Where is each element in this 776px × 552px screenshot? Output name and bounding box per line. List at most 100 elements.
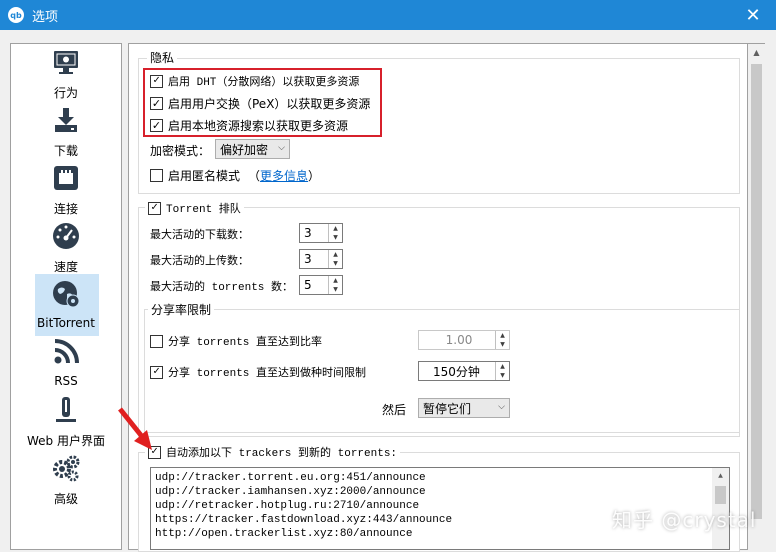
encryption-mode-select[interactable]: 偏好加密 ⌵ xyxy=(215,139,290,159)
spin-arrows[interactable]: ▲ ▼ xyxy=(495,362,509,380)
sidebar-item-label: Web 用户界面 xyxy=(27,434,105,448)
monitor-icon xyxy=(52,48,80,76)
ratio-limit-value: 1.00 xyxy=(445,333,473,347)
add-trackers-checkbox[interactable]: ✓ 自动添加以下 trackers 到新的 torrents: xyxy=(145,444,401,460)
spin-arrows[interactable]: ▲ ▼ xyxy=(328,224,342,242)
dht-checkbox[interactable]: ✓ 启用 DHT（分散网络）以获取更多资源 xyxy=(150,73,359,89)
sidebar-item-speed[interactable]: 速度 xyxy=(11,220,121,278)
more-info-paren-close: ） xyxy=(308,169,321,183)
then-label: 然后 xyxy=(382,403,407,417)
limit-action-select[interactable]: 暂停它们 ⌵ xyxy=(418,398,510,418)
encryption-mode-value: 偏好加密 xyxy=(220,142,269,157)
pex-label: 启用用户交换（PeX）以获取更多资源 xyxy=(168,97,371,111)
chevron-up-icon[interactable]: ▲ xyxy=(748,44,765,61)
main-scrollbar[interactable]: ▲ xyxy=(748,43,765,550)
ratio-limit-label: 分享 torrents 直至达到比率 xyxy=(168,337,323,349)
download-icon xyxy=(52,106,80,134)
sidebar-item-behavior[interactable]: 行为 xyxy=(11,46,121,104)
add-trackers-label: 自动添加以下 trackers 到新的 torrents: xyxy=(166,448,398,460)
spin-arrows[interactable]: ▲ ▼ xyxy=(495,331,509,349)
max-torrents-spinbox[interactable]: 5 ▲ ▼ xyxy=(299,275,343,295)
seeding-time-value: 150分钟 xyxy=(433,364,480,379)
tracker-line: udp://tracker.iamhansen.xyz:2000/announc… xyxy=(155,486,426,498)
dht-label: 启用 DHT（分散网络）以获取更多资源 xyxy=(168,77,360,89)
chevron-up-icon[interactable]: ▲ xyxy=(496,362,509,371)
chevron-down-icon[interactable]: ▼ xyxy=(496,371,509,380)
checkbox-indicator[interactable]: ✓ xyxy=(150,119,163,132)
sidebar-item-rss[interactable]: RSS xyxy=(11,336,121,394)
max-downloads-value: 3 xyxy=(304,226,312,240)
sidebar-item-label: 下载 xyxy=(53,144,78,158)
max-torrents-value: 5 xyxy=(304,278,312,292)
sidebar-item-label: 速度 xyxy=(53,260,78,274)
annotation-arrow-icon xyxy=(118,407,152,450)
chevron-up-icon[interactable]: ▲ xyxy=(329,250,342,259)
sidebar-item-bittorrent[interactable]: BitTorrent xyxy=(11,274,121,336)
qbittorrent-app-icon: qb xyxy=(8,7,24,23)
title-bar: qb 选项 ✕ xyxy=(0,0,776,30)
more-info-link[interactable]: 更多信息 xyxy=(260,167,308,184)
sidebar-item-web-ui[interactable]: Web 用户界面 xyxy=(11,394,121,452)
checkbox-indicator[interactable]: ✓ xyxy=(150,74,163,88)
checkbox-indicator[interactable] xyxy=(150,334,163,348)
checkbox-indicator[interactable]: ✓ xyxy=(150,365,163,379)
chevron-down-icon[interactable]: ▼ xyxy=(329,233,342,242)
gears-icon xyxy=(52,454,80,482)
window-title: 选项 xyxy=(32,9,59,25)
sidebar-item-label: 连接 xyxy=(53,202,78,216)
settings-category-sidebar: 行为 下载 连接 速度 BitTorrent RSS Web 用户界面 高级 xyxy=(10,43,122,550)
speedometer-icon xyxy=(52,222,80,250)
max-uploads-spinbox[interactable]: 3 ▲ ▼ xyxy=(299,249,343,269)
max-torrents-label: 最大活动的 torrents 数： xyxy=(150,282,294,294)
anonymous-mode-checkbox[interactable]: 启用匿名模式 （更多信息） xyxy=(150,167,320,184)
anonymous-label: 启用匿名模式 xyxy=(168,169,241,183)
sidebar-item-label: 行为 xyxy=(53,86,78,100)
tracker-line: udp://tracker.torrent.eu.org:451/announc… xyxy=(155,472,426,484)
spin-arrows[interactable]: ▲ ▼ xyxy=(328,276,342,294)
more-info-paren-open: （ xyxy=(248,169,261,183)
network-icon xyxy=(52,164,80,192)
spin-arrows[interactable]: ▲ ▼ xyxy=(328,250,342,268)
lsd-checkbox[interactable]: ✓ 启用本地资源搜索以获取更多资源 xyxy=(150,117,348,134)
scrollbar-thumb[interactable] xyxy=(751,64,762,519)
chevron-up-icon[interactable]: ▲ xyxy=(329,276,342,285)
checkbox-indicator[interactable]: ✓ xyxy=(150,97,163,110)
encryption-label: 加密模式： xyxy=(150,144,211,158)
sidebar-item-connection[interactable]: 连接 xyxy=(11,162,121,220)
chevron-up-icon[interactable]: ▲ xyxy=(329,224,342,233)
chevron-down-icon: ⌵ xyxy=(498,402,505,412)
ratio-limit-spinbox[interactable]: 1.00 ▲ ▼ xyxy=(418,330,510,350)
scrollbar-thumb[interactable] xyxy=(715,486,726,504)
seeding-time-label: 分享 torrents 直至达到做种时间限制 xyxy=(168,368,367,380)
tracker-line: https://tracker.fastdownload.xyz:443/ann… xyxy=(155,514,453,526)
sidebar-item-advanced[interactable]: 高级 xyxy=(11,452,121,510)
chevron-down-icon[interactable]: ▼ xyxy=(496,340,509,349)
chevron-up-icon[interactable]: ▲ xyxy=(496,331,509,340)
ratio-limit-checkbox[interactable]: 分享 torrents 直至达到比率 xyxy=(150,333,322,349)
sidebar-item-label: 高级 xyxy=(53,492,78,506)
lsd-label: 启用本地资源搜索以获取更多资源 xyxy=(168,119,349,133)
chevron-down-icon: ⌵ xyxy=(278,143,285,153)
seeding-limits-title: 分享率限制 xyxy=(148,301,215,318)
web-ui-icon xyxy=(52,396,80,424)
checkbox-indicator[interactable] xyxy=(150,169,163,182)
queueing-title: Torrent 排队 xyxy=(166,204,241,216)
watermark: 知乎 @crystal xyxy=(612,508,757,532)
chevron-down-icon[interactable]: ▼ xyxy=(329,259,342,268)
tracker-line: http://open.trackerlist.xyz:80/announce xyxy=(155,528,413,540)
seeding-time-spinbox[interactable]: 150分钟 ▲ ▼ xyxy=(418,361,510,381)
queueing-checkbox[interactable]: ✓ Torrent 排队 xyxy=(145,200,244,216)
max-uploads-label: 最大活动的上传数： xyxy=(150,256,249,268)
pex-checkbox[interactable]: ✓ 启用用户交换（PeX）以获取更多资源 xyxy=(150,95,370,112)
max-downloads-spinbox[interactable]: 3 ▲ ▼ xyxy=(299,223,343,243)
tracker-line: udp://retracker.hotplug.ru:2710/announce xyxy=(155,500,420,512)
chevron-up-icon[interactable]: ▲ xyxy=(712,468,729,485)
close-button[interactable]: ✕ xyxy=(730,0,776,30)
sidebar-item-label: BitTorrent xyxy=(37,316,95,330)
rss-icon xyxy=(52,338,80,366)
sidebar-item-downloads[interactable]: 下载 xyxy=(11,104,121,162)
checkbox-indicator[interactable]: ✓ xyxy=(148,201,161,215)
seeding-time-checkbox[interactable]: ✓ 分享 torrents 直至达到做种时间限制 xyxy=(150,364,366,380)
chevron-down-icon[interactable]: ▼ xyxy=(329,285,342,294)
max-uploads-value: 3 xyxy=(304,252,312,266)
